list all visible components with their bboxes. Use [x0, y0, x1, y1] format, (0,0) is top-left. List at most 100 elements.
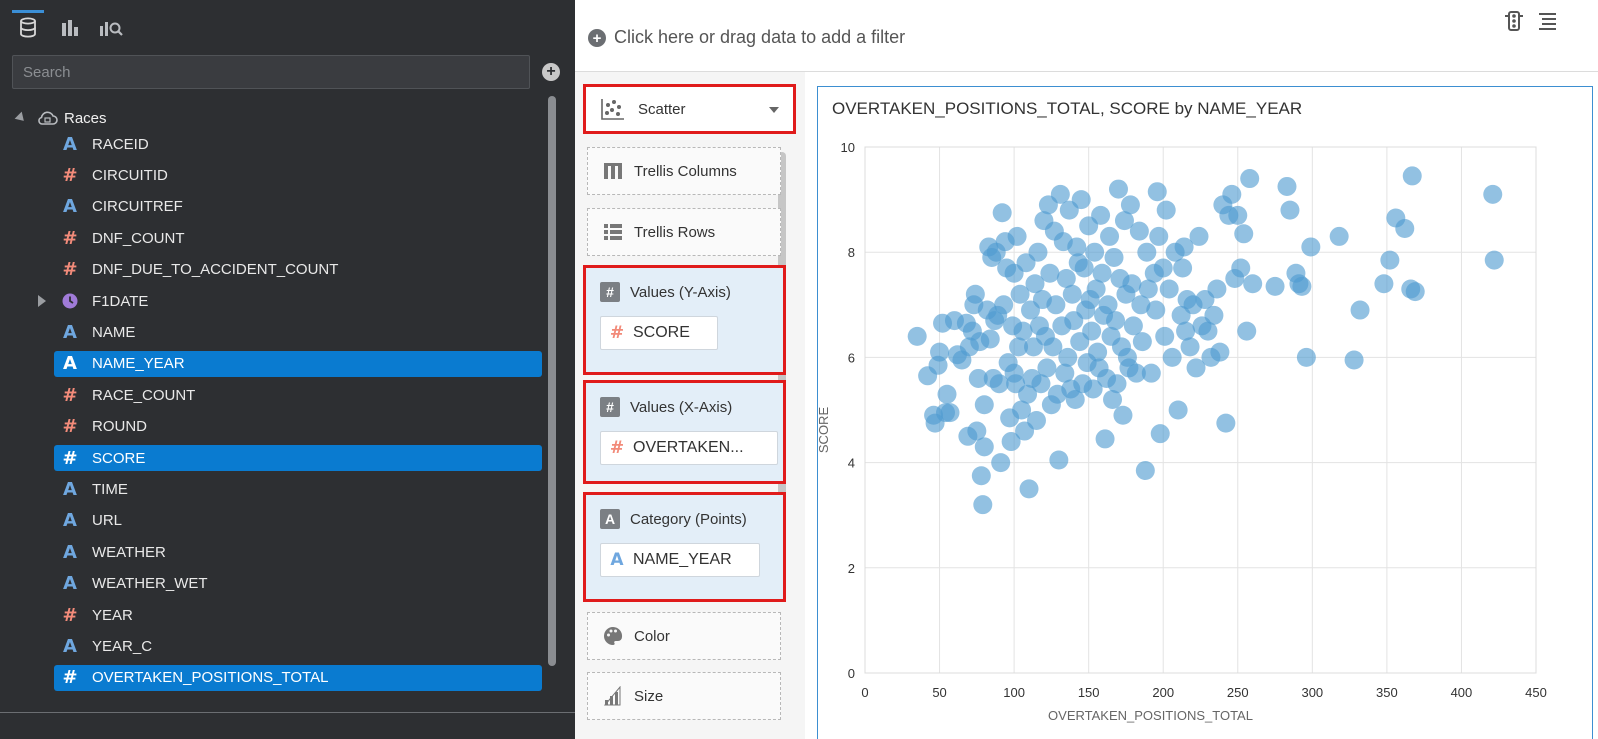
scatter-point[interactable]: [1484, 250, 1504, 270]
analytics-tab[interactable]: [95, 10, 127, 46]
scatter-point[interactable]: [973, 495, 993, 515]
scatter-point[interactable]: [1153, 258, 1173, 278]
scatter-point[interactable]: [1216, 413, 1236, 433]
scatter-point[interactable]: [1071, 190, 1091, 210]
scatter-point[interactable]: [1228, 205, 1248, 225]
scatter-point[interactable]: [1037, 358, 1057, 378]
scatter-point[interactable]: [1380, 250, 1400, 270]
scatter-point[interactable]: [1296, 347, 1316, 367]
scatter-point[interactable]: [1155, 326, 1175, 346]
scatter-point[interactable]: [1108, 179, 1128, 199]
scatter-point[interactable]: [1074, 258, 1094, 278]
scatter-point[interactable]: [1150, 424, 1170, 444]
scatter-point[interactable]: [1234, 224, 1254, 244]
expand-caret-icon[interactable]: [38, 295, 46, 307]
scatter-point[interactable]: [1405, 282, 1425, 302]
scatter-point[interactable]: [1222, 184, 1242, 204]
scatter-point[interactable]: [1301, 237, 1321, 257]
scatter-point[interactable]: [1147, 182, 1167, 202]
x-axis-well[interactable]: # Values (X-Axis) # OVERTAKEN...: [583, 380, 786, 484]
scatter-point[interactable]: [1120, 195, 1140, 215]
scatter-point[interactable]: [940, 403, 960, 423]
scatter-point[interactable]: [1159, 279, 1179, 299]
scatter-point[interactable]: [1483, 184, 1503, 204]
scatter-point[interactable]: [1019, 479, 1039, 499]
scatter-point[interactable]: [1350, 300, 1370, 320]
tree-item[interactable]: F1DATE: [38, 288, 542, 314]
color-dropzone[interactable]: Color: [587, 612, 781, 660]
scatter-point[interactable]: [1122, 274, 1142, 294]
scatter-point[interactable]: [1374, 274, 1394, 294]
tree-root-races[interactable]: Races: [14, 106, 107, 130]
tree-item[interactable]: # SCORE: [54, 445, 542, 471]
scatter-point[interactable]: [1237, 321, 1257, 341]
scatter-point[interactable]: [1280, 200, 1300, 220]
y-axis-well[interactable]: # Values (Y-Axis) # SCORE: [583, 265, 786, 375]
scatter-point[interactable]: [1026, 411, 1046, 431]
tree-item[interactable]: # DNF_DUE_TO_ACCIDENT_COUNT: [54, 257, 542, 283]
search-input[interactable]: [12, 55, 530, 89]
tree-item[interactable]: # DNF_COUNT: [54, 225, 542, 251]
x-axis-pill[interactable]: # OVERTAKEN...: [600, 431, 778, 465]
list-menu-icon[interactable]: [1536, 10, 1558, 32]
tree-item[interactable]: # YEAR: [54, 602, 542, 628]
size-dropzone[interactable]: Size: [587, 672, 781, 720]
scatter-point[interactable]: [1107, 374, 1127, 394]
tree-item[interactable]: A TIME: [54, 476, 542, 502]
scatter-point[interactable]: [1210, 342, 1230, 362]
scatter-point[interactable]: [1141, 363, 1161, 383]
scatter-point[interactable]: [1135, 460, 1155, 480]
trellis-columns-dropzone[interactable]: Trellis Columns: [587, 147, 781, 195]
scatter-point[interactable]: [992, 203, 1012, 223]
scatter-point[interactable]: [1040, 263, 1060, 283]
scatter-point[interactable]: [1091, 205, 1111, 225]
tree-item[interactable]: A YEAR_C: [54, 633, 542, 659]
scatter-point[interactable]: [1028, 242, 1048, 262]
scatter-point[interactable]: [1046, 295, 1066, 315]
scatter-point[interactable]: [1292, 276, 1312, 296]
scatter-point[interactable]: [994, 295, 1014, 315]
tree-item[interactable]: A URL: [54, 508, 542, 534]
scatter-point[interactable]: [1162, 347, 1182, 367]
tree-item[interactable]: A WEATHER: [54, 539, 542, 565]
tree-item[interactable]: A CIRCUITREF: [54, 194, 542, 220]
tree-item[interactable]: A RACEID: [54, 131, 542, 157]
scatter-point[interactable]: [1013, 321, 1033, 341]
tree-item[interactable]: # ROUND: [54, 414, 542, 440]
data-tab[interactable]: [12, 10, 44, 46]
scatter-point[interactable]: [1402, 166, 1422, 186]
scatter-point[interactable]: [1207, 279, 1227, 299]
scatter-point[interactable]: [1277, 176, 1297, 196]
panel-scrollbar[interactable]: [548, 96, 556, 666]
scatter-point[interactable]: [1146, 300, 1166, 320]
scatter-point[interactable]: [1049, 450, 1069, 470]
scatter-point[interactable]: [1095, 429, 1115, 449]
scatter-point[interactable]: [930, 342, 950, 362]
add-data-button[interactable]: +: [542, 63, 560, 81]
chart-type-selector[interactable]: Scatter: [583, 84, 796, 134]
scatter-point[interactable]: [971, 466, 991, 486]
scatter-point[interactable]: [1243, 274, 1263, 294]
scatter-point[interactable]: [1329, 226, 1349, 246]
scatter-point[interactable]: [974, 395, 994, 415]
collapse-caret-icon[interactable]: [14, 111, 28, 125]
scatter-point[interactable]: [1100, 226, 1120, 246]
tree-item[interactable]: A WEATHER_WET: [54, 571, 542, 597]
scatter-point[interactable]: [1082, 321, 1102, 341]
scatter-point[interactable]: [1113, 405, 1133, 425]
scatter-point[interactable]: [1106, 311, 1126, 331]
tree-item[interactable]: # CIRCUITID: [54, 162, 542, 188]
scatter-point[interactable]: [1265, 276, 1285, 296]
scatter-point[interactable]: [1149, 226, 1169, 246]
scatter-point[interactable]: [1180, 337, 1200, 357]
scatter-point[interactable]: [1395, 219, 1415, 239]
visualizations-tab[interactable]: [54, 10, 86, 46]
filter-bar[interactable]: + Click here or drag data to add a filte…: [575, 0, 1598, 72]
scatter-point[interactable]: [1132, 332, 1152, 352]
scatter-point[interactable]: [1240, 169, 1260, 189]
scatter-plot[interactable]: 0 50 100 150 200 250 300 350 400 4500246810OVERTA…: [818, 87, 1594, 739]
scatter-point[interactable]: [1058, 347, 1078, 367]
category-pill[interactable]: A NAME_YEAR: [600, 543, 760, 577]
scatter-point[interactable]: [907, 326, 927, 346]
scatter-point[interactable]: [1085, 242, 1105, 262]
